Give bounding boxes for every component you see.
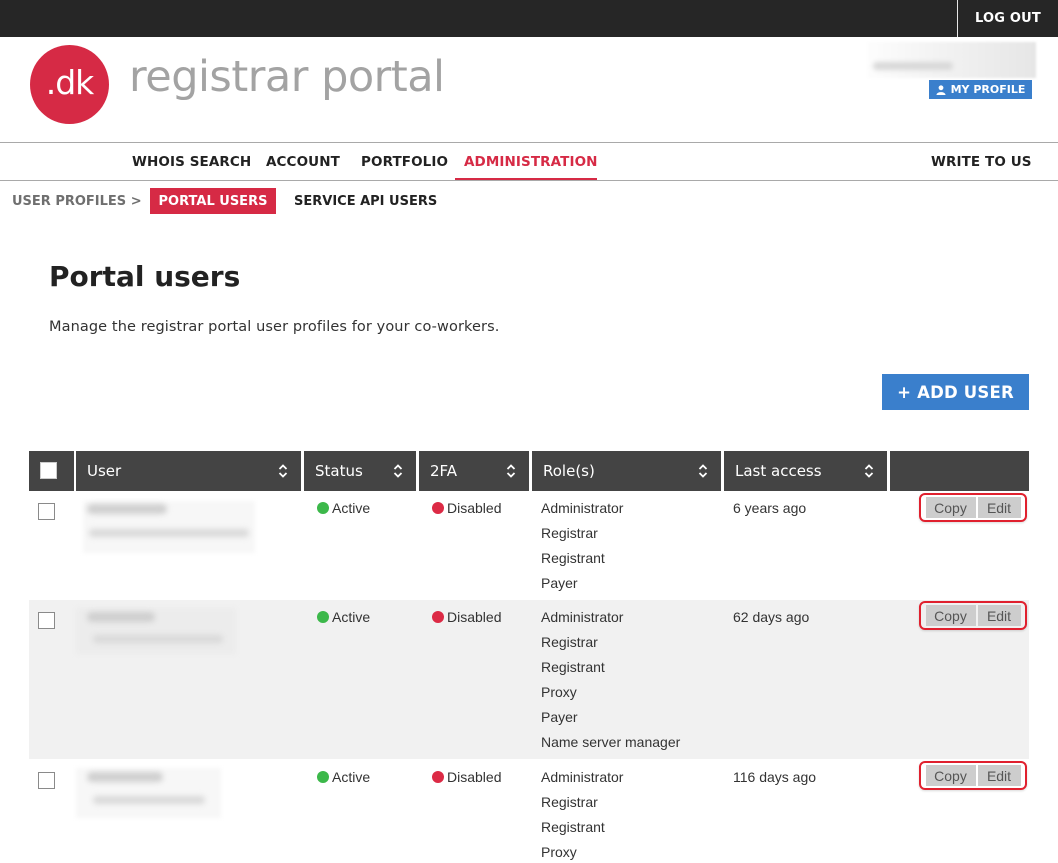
- sort-icon: [864, 464, 874, 478]
- main-nav: WHOIS SEARCH ACCOUNT PORTFOLIO ADMINISTR…: [0, 142, 1058, 181]
- add-user-button[interactable]: + ADD USER: [882, 374, 1029, 410]
- 2fa-badge: Disabled: [432, 769, 501, 785]
- table-row: Active Disabled Administrator Registrar …: [29, 600, 1029, 759]
- status-badge: Active: [317, 609, 370, 625]
- dk-logo[interactable]: .dk: [30, 45, 109, 124]
- edit-button[interactable]: Edit: [977, 765, 1021, 786]
- status-disabled-icon: [432, 771, 444, 783]
- column-header-status[interactable]: Status: [304, 451, 416, 491]
- user-name-redacted: [87, 772, 163, 782]
- nav-write-to-us[interactable]: WRITE TO US: [931, 143, 1032, 181]
- column-header-user[interactable]: User: [76, 451, 301, 491]
- role: Registrant: [541, 659, 605, 675]
- sort-icon: [506, 464, 516, 478]
- page-description: Manage the registrar portal user profile…: [49, 319, 500, 335]
- user-name-redacted: [87, 504, 167, 514]
- role: Registrant: [541, 819, 605, 835]
- page-title: Portal users: [49, 260, 241, 293]
- row-actions: Copy Edit: [919, 601, 1027, 630]
- role: Registrar: [541, 794, 598, 810]
- role: Registrar: [541, 525, 598, 541]
- current-user-info: [867, 42, 1036, 78]
- tab-service-api-users[interactable]: SERVICE API USERS: [294, 194, 437, 209]
- row-actions: Copy Edit: [919, 493, 1027, 522]
- last-access: 6 years ago: [733, 500, 807, 516]
- sort-icon: [278, 464, 288, 478]
- top-bar: LOG OUT: [0, 0, 1058, 37]
- role: Administrator: [541, 500, 624, 516]
- row-checkbox[interactable]: [38, 503, 55, 520]
- active-nav-indicator: [455, 178, 597, 180]
- table-row: Active Disabled Administrator Registrar …: [29, 760, 1029, 863]
- user-name-redacted: [87, 612, 155, 622]
- status-disabled-icon: [432, 611, 444, 623]
- nav-account[interactable]: ACCOUNT: [266, 143, 340, 181]
- status-badge: Active: [317, 500, 370, 516]
- user-email-redacted: [93, 796, 205, 804]
- role: Administrator: [541, 769, 624, 785]
- role: Payer: [541, 575, 578, 591]
- 2fa-badge: Disabled: [432, 609, 501, 625]
- column-header-2fa[interactable]: 2FA: [419, 451, 529, 491]
- breadcrumb-user-profiles[interactable]: USER PROFILES >: [12, 194, 142, 209]
- role: Registrar: [541, 634, 598, 650]
- nav-whois-search[interactable]: WHOIS SEARCH: [132, 143, 251, 181]
- column-header-actions: [890, 451, 1029, 491]
- copy-button[interactable]: Copy: [925, 497, 976, 518]
- user-email-redacted: [93, 635, 223, 643]
- my-profile-button[interactable]: MY PROFILE: [929, 80, 1032, 99]
- role: Proxy: [541, 684, 577, 700]
- portal-title: registrar portal: [129, 52, 445, 102]
- copy-button[interactable]: Copy: [925, 605, 976, 626]
- table-row: Active Disabled Administrator Registrar …: [29, 491, 1029, 599]
- role: Payer: [541, 709, 578, 725]
- user-icon: [936, 84, 946, 95]
- role: Administrator: [541, 609, 624, 625]
- user-email-redacted: [89, 529, 249, 537]
- copy-button[interactable]: Copy: [925, 765, 976, 786]
- 2fa-badge: Disabled: [432, 500, 501, 516]
- edit-button[interactable]: Edit: [977, 497, 1021, 518]
- status-active-icon: [317, 771, 329, 783]
- select-all-checkbox[interactable]: [40, 462, 57, 479]
- logout-button[interactable]: LOG OUT: [957, 0, 1058, 37]
- row-checkbox[interactable]: [38, 612, 55, 629]
- role: Registrant: [541, 550, 605, 566]
- last-access: 116 days ago: [733, 769, 817, 785]
- edit-button[interactable]: Edit: [977, 605, 1021, 626]
- tab-portal-users[interactable]: PORTAL USERS: [150, 188, 276, 214]
- my-profile-label: MY PROFILE: [950, 83, 1026, 96]
- column-header-roles[interactable]: Role(s): [532, 451, 721, 491]
- status-disabled-icon: [432, 502, 444, 514]
- sort-icon: [393, 464, 403, 478]
- status-badge: Active: [317, 769, 370, 785]
- role: Name server manager: [541, 734, 681, 750]
- nav-portfolio[interactable]: PORTFOLIO: [361, 143, 448, 181]
- row-checkbox[interactable]: [38, 772, 55, 789]
- role: Proxy: [541, 844, 577, 860]
- status-active-icon: [317, 611, 329, 623]
- status-active-icon: [317, 502, 329, 514]
- nav-administration[interactable]: ADMINISTRATION: [464, 143, 598, 181]
- row-actions: Copy Edit: [919, 761, 1027, 790]
- sort-icon: [698, 464, 708, 478]
- last-access: 62 days ago: [733, 609, 810, 625]
- column-header-last-access[interactable]: Last access: [724, 451, 887, 491]
